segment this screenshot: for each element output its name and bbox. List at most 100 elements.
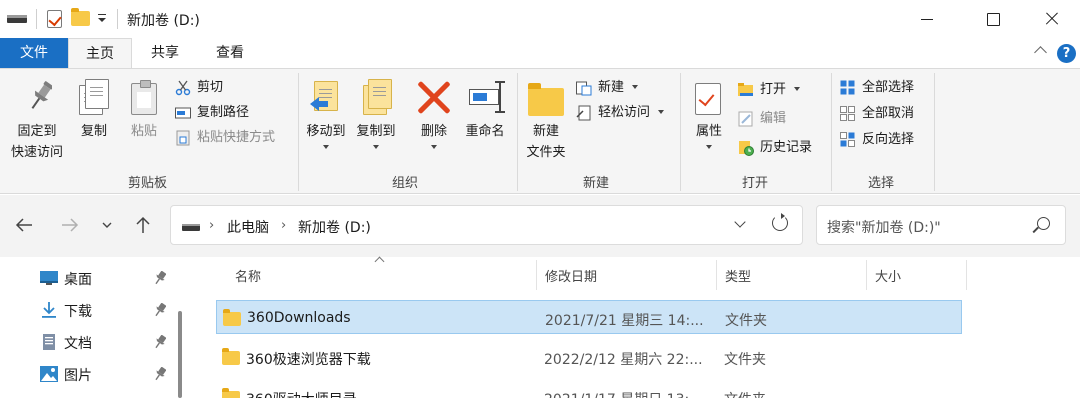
recent-locations-chevron-icon[interactable] (101, 220, 113, 230)
paste-button[interactable]: 粘贴 (122, 75, 166, 169)
maximize-button[interactable] (959, 0, 1025, 38)
breadcrumb-drive-d[interactable]: 新加卷 (D:) (298, 217, 371, 237)
navigation-pane: 桌面 下载 文档 图片 (0, 257, 185, 398)
search-icon[interactable] (1037, 217, 1050, 230)
nav-item-desktop[interactable]: 桌面 (0, 261, 180, 293)
search-placeholder[interactable]: 搜索"新加卷 (D:)" (827, 217, 941, 237)
new-folder-button[interactable]: 新建 文件夹 (521, 75, 571, 169)
new-item-icon (576, 81, 592, 96)
refresh-icon[interactable] (772, 213, 788, 231)
paste-shortcut-button[interactable]: 粘贴快捷方式 (175, 127, 275, 149)
select-all-button[interactable]: 全部选择 (840, 77, 914, 99)
breadcrumb-separator[interactable]: › (281, 218, 286, 233)
invert-selection-button[interactable]: 反向选择 (840, 129, 914, 151)
group-separator (680, 73, 681, 191)
select-none-button[interactable]: 全部取消 (840, 103, 914, 125)
file-row[interactable]: 360Downloads 2021/7/21 星期三 14:... 文件夹 (216, 300, 962, 334)
properties-dropdown-icon (706, 145, 712, 149)
properties-button[interactable]: 属性 (686, 75, 732, 169)
tab-home[interactable]: 主页 (68, 38, 132, 69)
file-row[interactable]: 360驱动大师目录 2021/1/17 星期日 13:... 文件夹 (216, 380, 962, 398)
group-separator (517, 73, 518, 191)
column-header-name[interactable]: 名称 (235, 266, 261, 285)
history-button[interactable]: 历史记录 (738, 137, 812, 159)
pictures-icon (40, 366, 58, 382)
column-header-type[interactable]: 类型 (725, 266, 751, 285)
tab-view[interactable]: 查看 (198, 38, 262, 68)
drive-icon (182, 224, 200, 231)
cut-button[interactable]: 剪切 (175, 77, 223, 99)
copy-icon-back (85, 79, 109, 109)
drive-icon (7, 15, 27, 23)
pin-to-quick-access-button[interactable]: 固定到 快速访问 (4, 75, 70, 169)
tab-share[interactable]: 共享 (132, 38, 198, 68)
open-dropdown-icon (794, 87, 801, 91)
pinned-icon (155, 303, 166, 317)
window-title: 新加卷 (D:) (127, 13, 200, 29)
properties-quick-icon[interactable] (47, 10, 62, 28)
copy-path-button[interactable]: 复制路径 (175, 102, 249, 124)
forward-arrow-icon[interactable] (60, 216, 80, 234)
new-folder-label: 新建 文件夹 (526, 124, 566, 160)
move-to-button[interactable]: 移动到 (302, 75, 350, 169)
breadcrumb-this-pc[interactable]: 此电脑 (227, 217, 269, 237)
edit-button[interactable]: 编辑 (738, 108, 786, 130)
file-type: 文件夹 (724, 352, 766, 368)
navigation-bar: › 此电脑 › 新加卷 (D:) 搜索"新加卷 (D:)" (0, 195, 1080, 257)
file-row[interactable]: 360极速浏览器下载 2022/2/12 星期六 22:... 文件夹 (216, 340, 962, 374)
help-icon[interactable]: ? (1057, 44, 1076, 63)
easy-access-icon (576, 105, 591, 121)
nav-item-pictures[interactable]: 图片 (0, 357, 180, 389)
search-box[interactable]: 搜索"新加卷 (D:)" (816, 205, 1066, 245)
rename-button[interactable]: 重命名 (459, 75, 511, 169)
move-arrow-icon (310, 97, 328, 111)
tab-file[interactable]: 文件 (0, 38, 68, 68)
new-item-button[interactable]: 新建 (576, 77, 639, 99)
column-divider[interactable] (716, 260, 717, 290)
breadcrumb-separator[interactable]: › (209, 218, 214, 233)
easy-access-button[interactable]: 轻松访问 (576, 102, 665, 124)
edit-icon (738, 111, 753, 127)
customize-quick-access-dropdown-icon[interactable] (98, 14, 106, 22)
address-bar[interactable]: › 此电脑 › 新加卷 (D:) (170, 205, 803, 245)
rename-icon (469, 89, 499, 105)
open-button[interactable]: 打开 (738, 79, 801, 101)
copy-to-button[interactable]: 复制到 (351, 75, 401, 169)
text-cursor-icon (495, 81, 505, 113)
column-header-size[interactable]: 大小 (875, 266, 901, 285)
navigation-pane-scrollbar[interactable] (178, 311, 182, 398)
copy-button[interactable]: 复制 (72, 75, 116, 169)
column-divider[interactable] (536, 260, 537, 290)
group-label-new: 新建 (582, 176, 609, 191)
file-date: 2022/2/12 星期六 22:... (544, 352, 703, 368)
group-separator (298, 73, 299, 191)
column-divider[interactable] (966, 260, 967, 290)
column-header-date-modified[interactable]: 修改日期 (545, 266, 597, 285)
file-name: 360驱动大师目录 (246, 389, 357, 398)
paste-icon (131, 80, 157, 115)
close-button[interactable] (1018, 0, 1080, 38)
invert-selection-icon (840, 132, 855, 147)
collapse-ribbon-chevron-icon[interactable] (1034, 46, 1047, 59)
new-item-dropdown-icon (632, 85, 639, 89)
column-divider[interactable] (866, 260, 867, 290)
up-arrow-icon[interactable] (134, 215, 152, 235)
move-to-dropdown-icon (323, 145, 329, 149)
delete-button[interactable]: 删除 (412, 75, 456, 169)
paste-shortcut-icon (176, 130, 190, 146)
select-none-icon (840, 106, 855, 121)
new-folder-quick-icon[interactable] (71, 8, 90, 26)
nav-item-downloads[interactable]: 下载 (0, 293, 180, 325)
back-arrow-icon[interactable] (14, 216, 34, 234)
nav-item-documents[interactable]: 文档 (0, 325, 180, 357)
group-label-open: 打开 (741, 176, 768, 191)
address-history-chevron-icon[interactable] (734, 216, 746, 228)
group-label-organize: 组织 (391, 176, 418, 191)
minimize-button[interactable] (893, 0, 959, 38)
pinned-icon (155, 335, 166, 349)
folder-icon (223, 309, 241, 326)
copy-path-icon (175, 107, 191, 119)
copy-to-dropdown-icon (373, 145, 379, 149)
easy-access-dropdown-icon (658, 110, 665, 114)
copy-to-icon-back (368, 79, 392, 109)
